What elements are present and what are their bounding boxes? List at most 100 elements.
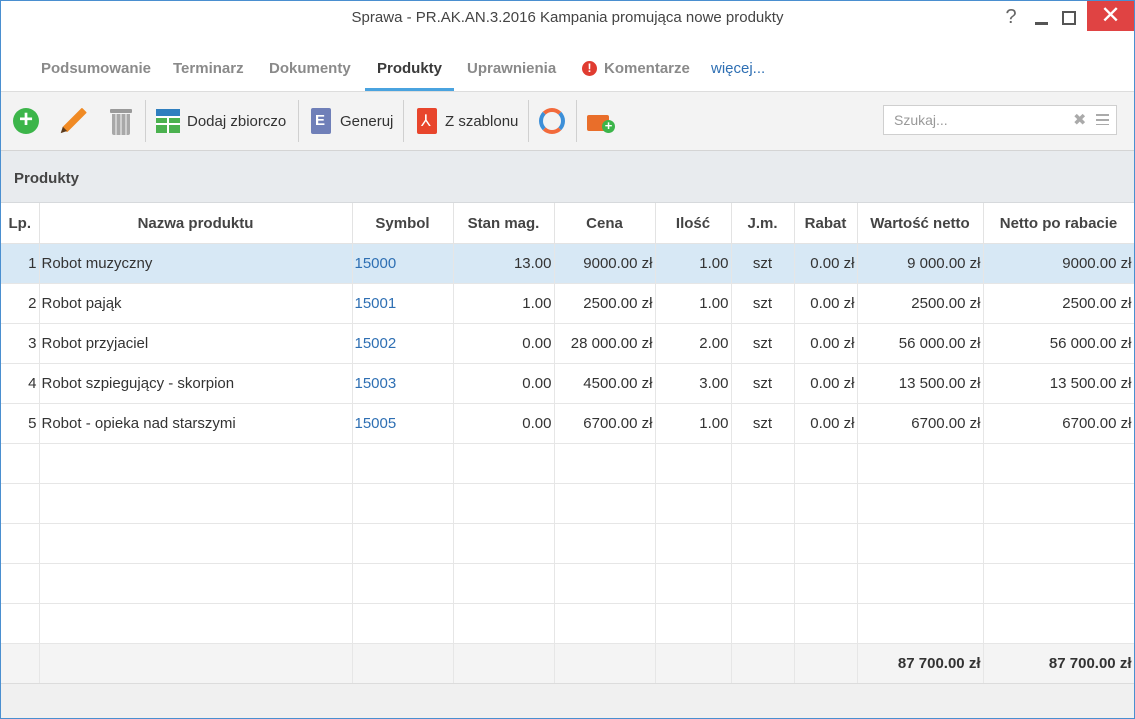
tab-podsumowanie[interactable]: Podsumowanie xyxy=(41,60,151,77)
empty-row xyxy=(1,563,1134,604)
table-row[interactable]: 3 Robot przyjaciel 15002 0.00 28 000.00 … xyxy=(1,323,1134,364)
cell-stock: 1.00 xyxy=(453,283,555,324)
bulk-add-label: Dodaj zbiorczo xyxy=(187,112,287,130)
cell-unit: szt xyxy=(731,403,795,444)
cell-name: Robot szpiegujący - skorpion xyxy=(39,363,353,404)
empty-row xyxy=(1,523,1134,564)
section-title: Produkty xyxy=(14,170,80,187)
toolbar-divider xyxy=(528,100,529,142)
menu-icon[interactable] xyxy=(1096,114,1109,125)
toolbar-divider xyxy=(403,100,404,142)
column-header-net-value[interactable]: Wartość netto xyxy=(857,203,984,244)
table-row[interactable]: 4 Robot szpiegujący - skorpion 15003 0.0… xyxy=(1,363,1134,404)
column-header-discount[interactable]: Rabat xyxy=(794,203,858,244)
generate-label: Generuj xyxy=(340,112,394,130)
cell-price: 2500.00 zł xyxy=(554,283,656,324)
tab-dokumenty[interactable]: Dokumenty xyxy=(269,60,351,77)
column-header-price[interactable]: Cena xyxy=(554,203,656,244)
cell-symbol-link[interactable]: 15001 xyxy=(352,283,454,324)
empty-row xyxy=(1,603,1134,644)
cell-price: 9000.00 zł xyxy=(554,243,656,284)
cell-symbol-link[interactable]: 15000 xyxy=(352,243,454,284)
cell-stock: 0.00 xyxy=(453,363,555,404)
toolbar-divider xyxy=(576,100,577,142)
cell-unit: szt xyxy=(731,323,795,364)
help-button[interactable]: ? xyxy=(995,1,1027,33)
column-header-unit[interactable]: J.m. xyxy=(731,203,795,244)
cell-name: Robot - opieka nad starszymi xyxy=(39,403,353,444)
cell-lp: 5 xyxy=(1,403,40,444)
cell-qty: 3.00 xyxy=(655,363,732,404)
cell-lp: 3 xyxy=(1,323,40,364)
tab-uprawnienia[interactable]: Uprawnienia xyxy=(467,60,556,77)
cell-net-after-discount: 13 500.00 zł xyxy=(983,363,1134,404)
footer-bar xyxy=(1,683,1134,718)
cell-qty: 2.00 xyxy=(655,323,732,364)
from-template-button[interactable]: Z szablonu xyxy=(417,105,518,137)
minimize-icon xyxy=(1035,22,1048,25)
cell-qty: 1.00 xyxy=(655,243,732,284)
cell-discount: 0.00 zł xyxy=(794,283,858,324)
cell-net-value: 9 000.00 zł xyxy=(857,243,984,284)
cell-net-value: 2500.00 zł xyxy=(857,283,984,324)
cell-symbol-link[interactable]: 15002 xyxy=(352,323,454,364)
column-header-lp[interactable]: Lp. xyxy=(1,203,40,244)
bulk-add-button[interactable]: Dodaj zbiorczo xyxy=(156,105,286,137)
alert-icon: ! xyxy=(582,61,597,76)
column-header-name[interactable]: Nazwa produktu xyxy=(39,203,353,244)
cell-unit: szt xyxy=(731,243,795,284)
search-input[interactable] xyxy=(884,106,1084,134)
cell-discount: 0.00 zł xyxy=(794,403,858,444)
column-header-symbol[interactable]: Symbol xyxy=(352,203,454,244)
cell-net-after-discount: 56 000.00 zł xyxy=(983,323,1134,364)
column-header-net-after-discount[interactable]: Netto po rabacie xyxy=(983,203,1134,244)
cell-price: 4500.00 zł xyxy=(554,363,656,404)
cell-stock: 0.00 xyxy=(453,403,555,444)
refresh-button[interactable] xyxy=(539,105,565,137)
sync-icon xyxy=(539,108,565,134)
tab-komentarze[interactable]: ! Komentarze xyxy=(582,60,690,77)
cell-net-after-discount: 6700.00 zł xyxy=(983,403,1134,444)
tab-produkty[interactable]: Produkty xyxy=(364,60,455,91)
cell-name: Robot przyjaciel xyxy=(39,323,353,364)
cell-symbol-link[interactable]: 15003 xyxy=(352,363,454,404)
tab-terminarz[interactable]: Terminarz xyxy=(173,60,244,77)
table-row[interactable]: 5 Robot - opieka nad starszymi 15005 0.0… xyxy=(1,403,1134,444)
cell-lp: 1 xyxy=(1,243,40,284)
add-to-case-button[interactable] xyxy=(587,105,615,137)
maximize-icon xyxy=(1062,11,1076,25)
window-title: Sprawa - PR.AK.AN.3.2016 Kampania promuj… xyxy=(351,9,784,26)
edit-button[interactable] xyxy=(60,105,88,137)
empty-row xyxy=(1,483,1134,524)
cell-lp: 2 xyxy=(1,283,40,324)
cell-net-value: 13 500.00 zł xyxy=(857,363,984,404)
toolbar-divider xyxy=(298,100,299,142)
close-button[interactable]: ✕ xyxy=(1087,1,1134,31)
table-row[interactable]: 1 Robot muzyczny 15000 13.00 9000.00 zł … xyxy=(1,243,1134,284)
from-template-label: Z szablonu xyxy=(445,112,519,130)
table-header-row: Lp. Nazwa produktu Symbol Stan mag. Cena… xyxy=(1,203,1134,244)
clear-icon[interactable]: ✖ xyxy=(1073,110,1086,130)
briefcase-add-icon xyxy=(587,110,615,133)
pdf-icon xyxy=(417,108,437,134)
column-header-stock[interactable]: Stan mag. xyxy=(453,203,555,244)
column-header-qty[interactable]: Ilość xyxy=(655,203,732,244)
tab-more-link[interactable]: więcej... xyxy=(711,60,765,77)
cell-price: 28 000.00 zł xyxy=(554,323,656,364)
cell-net-value: 6700.00 zł xyxy=(857,403,984,444)
cell-symbol-link[interactable]: 15005 xyxy=(352,403,454,444)
cell-price: 6700.00 zł xyxy=(554,403,656,444)
cell-discount: 0.00 zł xyxy=(794,243,858,284)
tab-komentarze-label: Komentarze xyxy=(604,60,690,77)
products-table: Lp. Nazwa produktu Symbol Stan mag. Cena… xyxy=(1,203,1134,684)
delete-button[interactable] xyxy=(110,105,132,137)
cell-net-after-discount: 2500.00 zł xyxy=(983,283,1134,324)
cell-qty: 1.00 xyxy=(655,283,732,324)
maximize-button[interactable] xyxy=(1053,1,1085,33)
total-net-after-discount: 87 700.00 zł xyxy=(983,643,1134,684)
total-net-value: 87 700.00 zł xyxy=(857,643,984,684)
toolbar: + Dodaj zbiorczo Generuj Z szablonu xyxy=(1,92,1134,151)
generate-button[interactable]: Generuj xyxy=(311,105,393,137)
add-button[interactable]: + xyxy=(13,105,39,137)
table-row[interactable]: 2 Robot pająk 15001 1.00 2500.00 zł 1.00… xyxy=(1,283,1134,324)
